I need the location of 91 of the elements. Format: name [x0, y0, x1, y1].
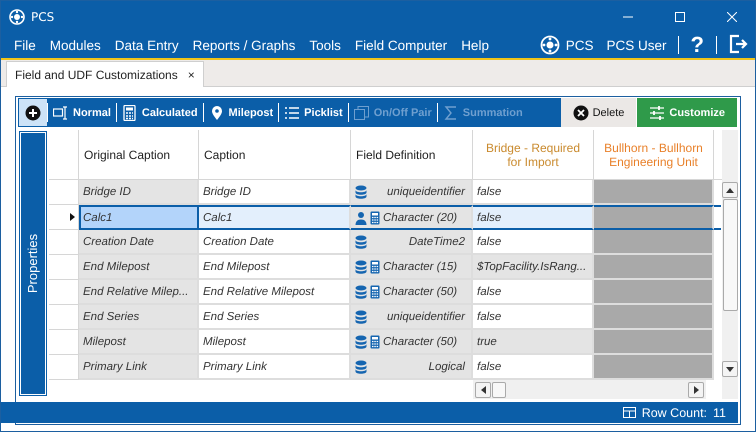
- scroll-thumb[interactable]: [722, 199, 738, 311]
- cell-text: Character (50): [383, 336, 458, 348]
- table-cell[interactable]: false: [473, 280, 594, 305]
- cell-text: uniqueidentifier: [386, 310, 466, 322]
- table-cell[interactable]: Character (15): [351, 255, 473, 280]
- scroll-right-icon[interactable]: [694, 386, 698, 394]
- horizontal-scrollbar[interactable]: [473, 380, 706, 399]
- add-button[interactable]: [18, 98, 47, 127]
- cell-text: Character (15): [383, 260, 458, 272]
- cell-text: Character (20): [383, 212, 458, 224]
- menu-item[interactable]: Modules: [42, 38, 108, 52]
- side-panel-tab[interactable]: Properties: [20, 132, 46, 395]
- app-name: PCS: [566, 38, 594, 52]
- menu-item[interactable]: Help: [454, 38, 496, 52]
- sigma-icon: [442, 104, 459, 120]
- toolbar-button[interactable]: Delete: [560, 98, 638, 127]
- row-header[interactable]: [49, 205, 79, 230]
- plus-icon: [25, 104, 41, 120]
- table-cell[interactable]: uniqueidentifier: [351, 305, 473, 330]
- table-cell[interactable]: Logical: [351, 355, 473, 380]
- toolbar-button[interactable]: Picklist: [279, 103, 349, 122]
- table-cell[interactable]: Bridge ID: [199, 180, 351, 205]
- window-title: PCS: [31, 10, 54, 24]
- table-cell[interactable]: Calc1: [79, 205, 199, 230]
- toolbar-button[interactable]: Milepost: [204, 103, 280, 122]
- table-cell[interactable]: Primary Link: [199, 355, 351, 380]
- table-cell[interactable]: false: [473, 205, 594, 230]
- menu-item[interactable]: Tools: [302, 38, 348, 52]
- toolbar-button[interactable]: Calculated: [116, 103, 204, 122]
- column-header[interactable]: Field Definition: [351, 130, 473, 180]
- text-field-icon: [53, 104, 69, 120]
- table-cell[interactable]: $TopFacility.IsRang...: [473, 255, 594, 280]
- scroll-thumb[interactable]: [492, 382, 506, 398]
- table-cell[interactable]: Character (20): [351, 205, 473, 230]
- close-icon[interactable]: [727, 12, 737, 22]
- delete-icon: [572, 104, 589, 120]
- logout-icon[interactable]: [728, 34, 748, 54]
- row-count-label: Row Count:: [642, 406, 708, 420]
- table-cell[interactable]: Creation Date: [79, 230, 199, 255]
- copy-icon: [354, 104, 370, 120]
- scroll-up-icon[interactable]: [726, 188, 734, 192]
- table-cell[interactable]: End Milepost: [199, 255, 351, 280]
- corner-header: [49, 130, 79, 180]
- row-pointer-icon: [70, 213, 75, 221]
- calculator-icon: [122, 104, 138, 120]
- table-cell[interactable]: DateTime2: [351, 230, 473, 255]
- maximize-icon[interactable]: [675, 12, 685, 22]
- help-button[interactable]: ?: [682, 32, 712, 58]
- sliders-icon: [649, 104, 666, 120]
- table-icon: [622, 407, 636, 418]
- table-cell[interactable]: false: [473, 355, 594, 380]
- cell-text: Character (50): [383, 286, 458, 298]
- list-icon: [284, 104, 300, 120]
- table-cell[interactable]: uniqueidentifier: [351, 180, 473, 205]
- table-cell[interactable]: End Series: [199, 305, 351, 330]
- table-cell[interactable]: false: [473, 180, 594, 205]
- menu-item[interactable]: File: [7, 38, 43, 52]
- scroll-left-icon[interactable]: [480, 386, 486, 394]
- logo-icon: [540, 35, 560, 55]
- table-cell[interactable]: Character (50): [351, 330, 473, 355]
- table-cell[interactable]: Creation Date: [199, 230, 351, 255]
- table-cell[interactable]: Milepost: [79, 330, 199, 355]
- table-cell[interactable]: End Milepost: [79, 255, 199, 280]
- logo-icon: [9, 8, 25, 24]
- row-count: 11: [713, 406, 726, 420]
- table-cell[interactable]: false: [473, 305, 594, 330]
- table-cell[interactable]: true: [473, 330, 594, 355]
- table-cell[interactable]: Calc1: [199, 205, 351, 230]
- table-cell[interactable]: End Relative Milep...: [79, 280, 199, 305]
- table-cell[interactable]: End Series: [79, 305, 199, 330]
- table-cell[interactable]: Primary Link: [79, 355, 199, 380]
- menu-item[interactable]: Field Computer: [348, 38, 454, 52]
- menu-item[interactable]: Reports / Graphs: [186, 38, 302, 52]
- table-cell[interactable]: Bridge ID: [79, 180, 199, 205]
- table-cell[interactable]: false: [473, 230, 594, 255]
- document-tab[interactable]: Field and UDF Customizations ×: [6, 61, 204, 87]
- cell-text: uniqueidentifier: [386, 186, 466, 198]
- menu-item[interactable]: Data Entry: [108, 38, 186, 52]
- table-cell[interactable]: Milepost: [199, 330, 351, 355]
- vertical-scrollbar[interactable]: [722, 130, 738, 399]
- close-button[interactable]: ×: [188, 68, 195, 82]
- column-header[interactable]: Caption: [199, 130, 351, 180]
- table-cell[interactable]: Character (50): [351, 280, 473, 305]
- column-header[interactable]: Original Caption: [79, 130, 199, 180]
- toolbar-button[interactable]: Customize: [637, 98, 738, 127]
- toolbar-button[interactable]: Normal: [47, 103, 117, 122]
- user-name[interactable]: PCS User: [600, 38, 674, 52]
- scroll-down-icon[interactable]: [726, 366, 734, 372]
- cell-text: Logical: [428, 360, 466, 372]
- table-cell[interactable]: End Relative Milepost: [199, 280, 351, 305]
- cell-text: DateTime2: [408, 236, 466, 248]
